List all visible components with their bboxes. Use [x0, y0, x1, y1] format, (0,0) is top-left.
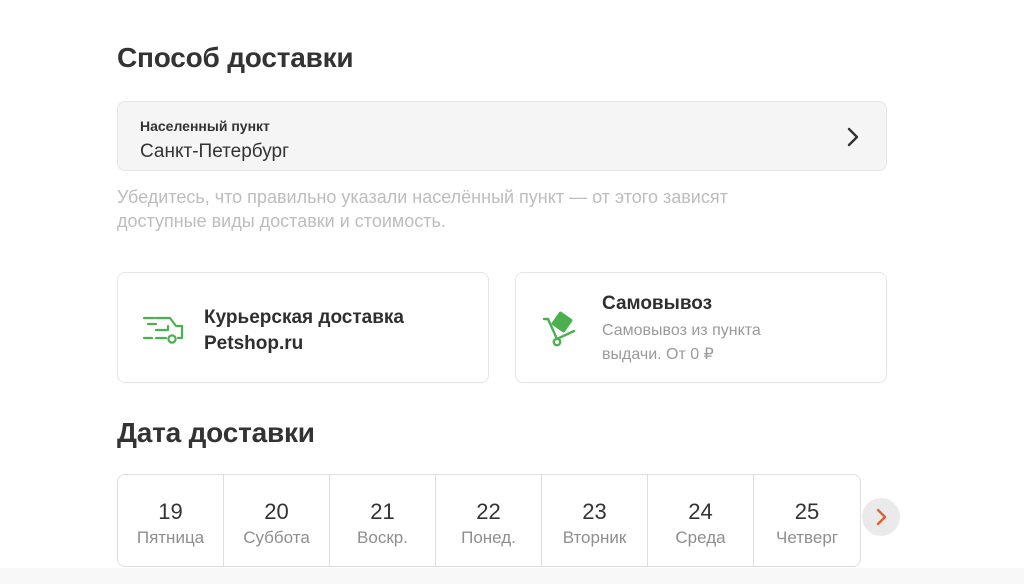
date-weekday: Вторник	[562, 528, 627, 547]
pickup-cart-icon	[542, 311, 576, 347]
chevron-right-icon	[847, 127, 859, 147]
next-dates-button[interactable]	[862, 498, 900, 536]
date-option[interactable]: 23 Вторник	[542, 475, 648, 566]
pickup-option[interactable]: Самовывоз Самовывоз из пункта выдачи. От…	[515, 272, 887, 383]
delivery-method-title: Способ доставки	[117, 42, 354, 73]
date-weekday: Понед.	[461, 528, 516, 547]
date-option[interactable]: 24 Среда	[648, 475, 754, 566]
date-number: 22	[476, 499, 501, 524]
date-number: 24	[688, 499, 713, 524]
pickup-description: Самовывоз из пункта выдачи. От 0 ₽	[602, 322, 761, 363]
date-number: 21	[370, 499, 395, 524]
locality-label: Населенный пункт	[140, 118, 270, 134]
date-number: 25	[794, 499, 820, 524]
date-option[interactable]: 21 Воскр.	[330, 475, 436, 566]
date-option[interactable]: 20 Суббота	[224, 475, 330, 566]
chevron-right-icon	[876, 508, 887, 526]
date-option[interactable]: 22 Понед.	[436, 475, 542, 566]
locality-selector[interactable]: Населенный пункт Санкт-Петербург	[117, 101, 887, 171]
date-weekday: Среда	[675, 528, 726, 547]
date-weekday: Воскр.	[357, 528, 408, 547]
courier-delivery-option[interactable]: Курьерская доставка Petshop.ru	[117, 272, 489, 383]
courier-truck-icon	[142, 316, 184, 344]
date-option[interactable]: 25 Четверг	[754, 475, 860, 566]
courier-delivery-title: Курьерская доставка Petshop.ru	[204, 307, 404, 354]
date-number: 19	[158, 499, 183, 524]
bottom-fade	[0, 568, 1024, 584]
page: Способ доставки Населенный пункт Санкт-П…	[0, 0, 1024, 584]
date-weekday: Четверг	[776, 528, 838, 547]
date-picker: 19 Пятница 20 Суббота 21 Воскр. 22 Понед…	[117, 474, 861, 567]
date-option[interactable]: 19 Пятница	[118, 475, 224, 566]
date-weekday: Пятница	[136, 528, 205, 547]
delivery-date-title: Дата доставки	[117, 417, 315, 448]
date-weekday: Суббота	[243, 528, 310, 547]
locality-hint: Убедитесь, что правильно указали населён…	[117, 187, 728, 231]
date-number: 20	[264, 499, 289, 524]
date-number: 23	[582, 499, 607, 524]
locality-value: Санкт-Петербург	[140, 141, 290, 162]
pickup-title: Самовывоз	[602, 293, 713, 314]
